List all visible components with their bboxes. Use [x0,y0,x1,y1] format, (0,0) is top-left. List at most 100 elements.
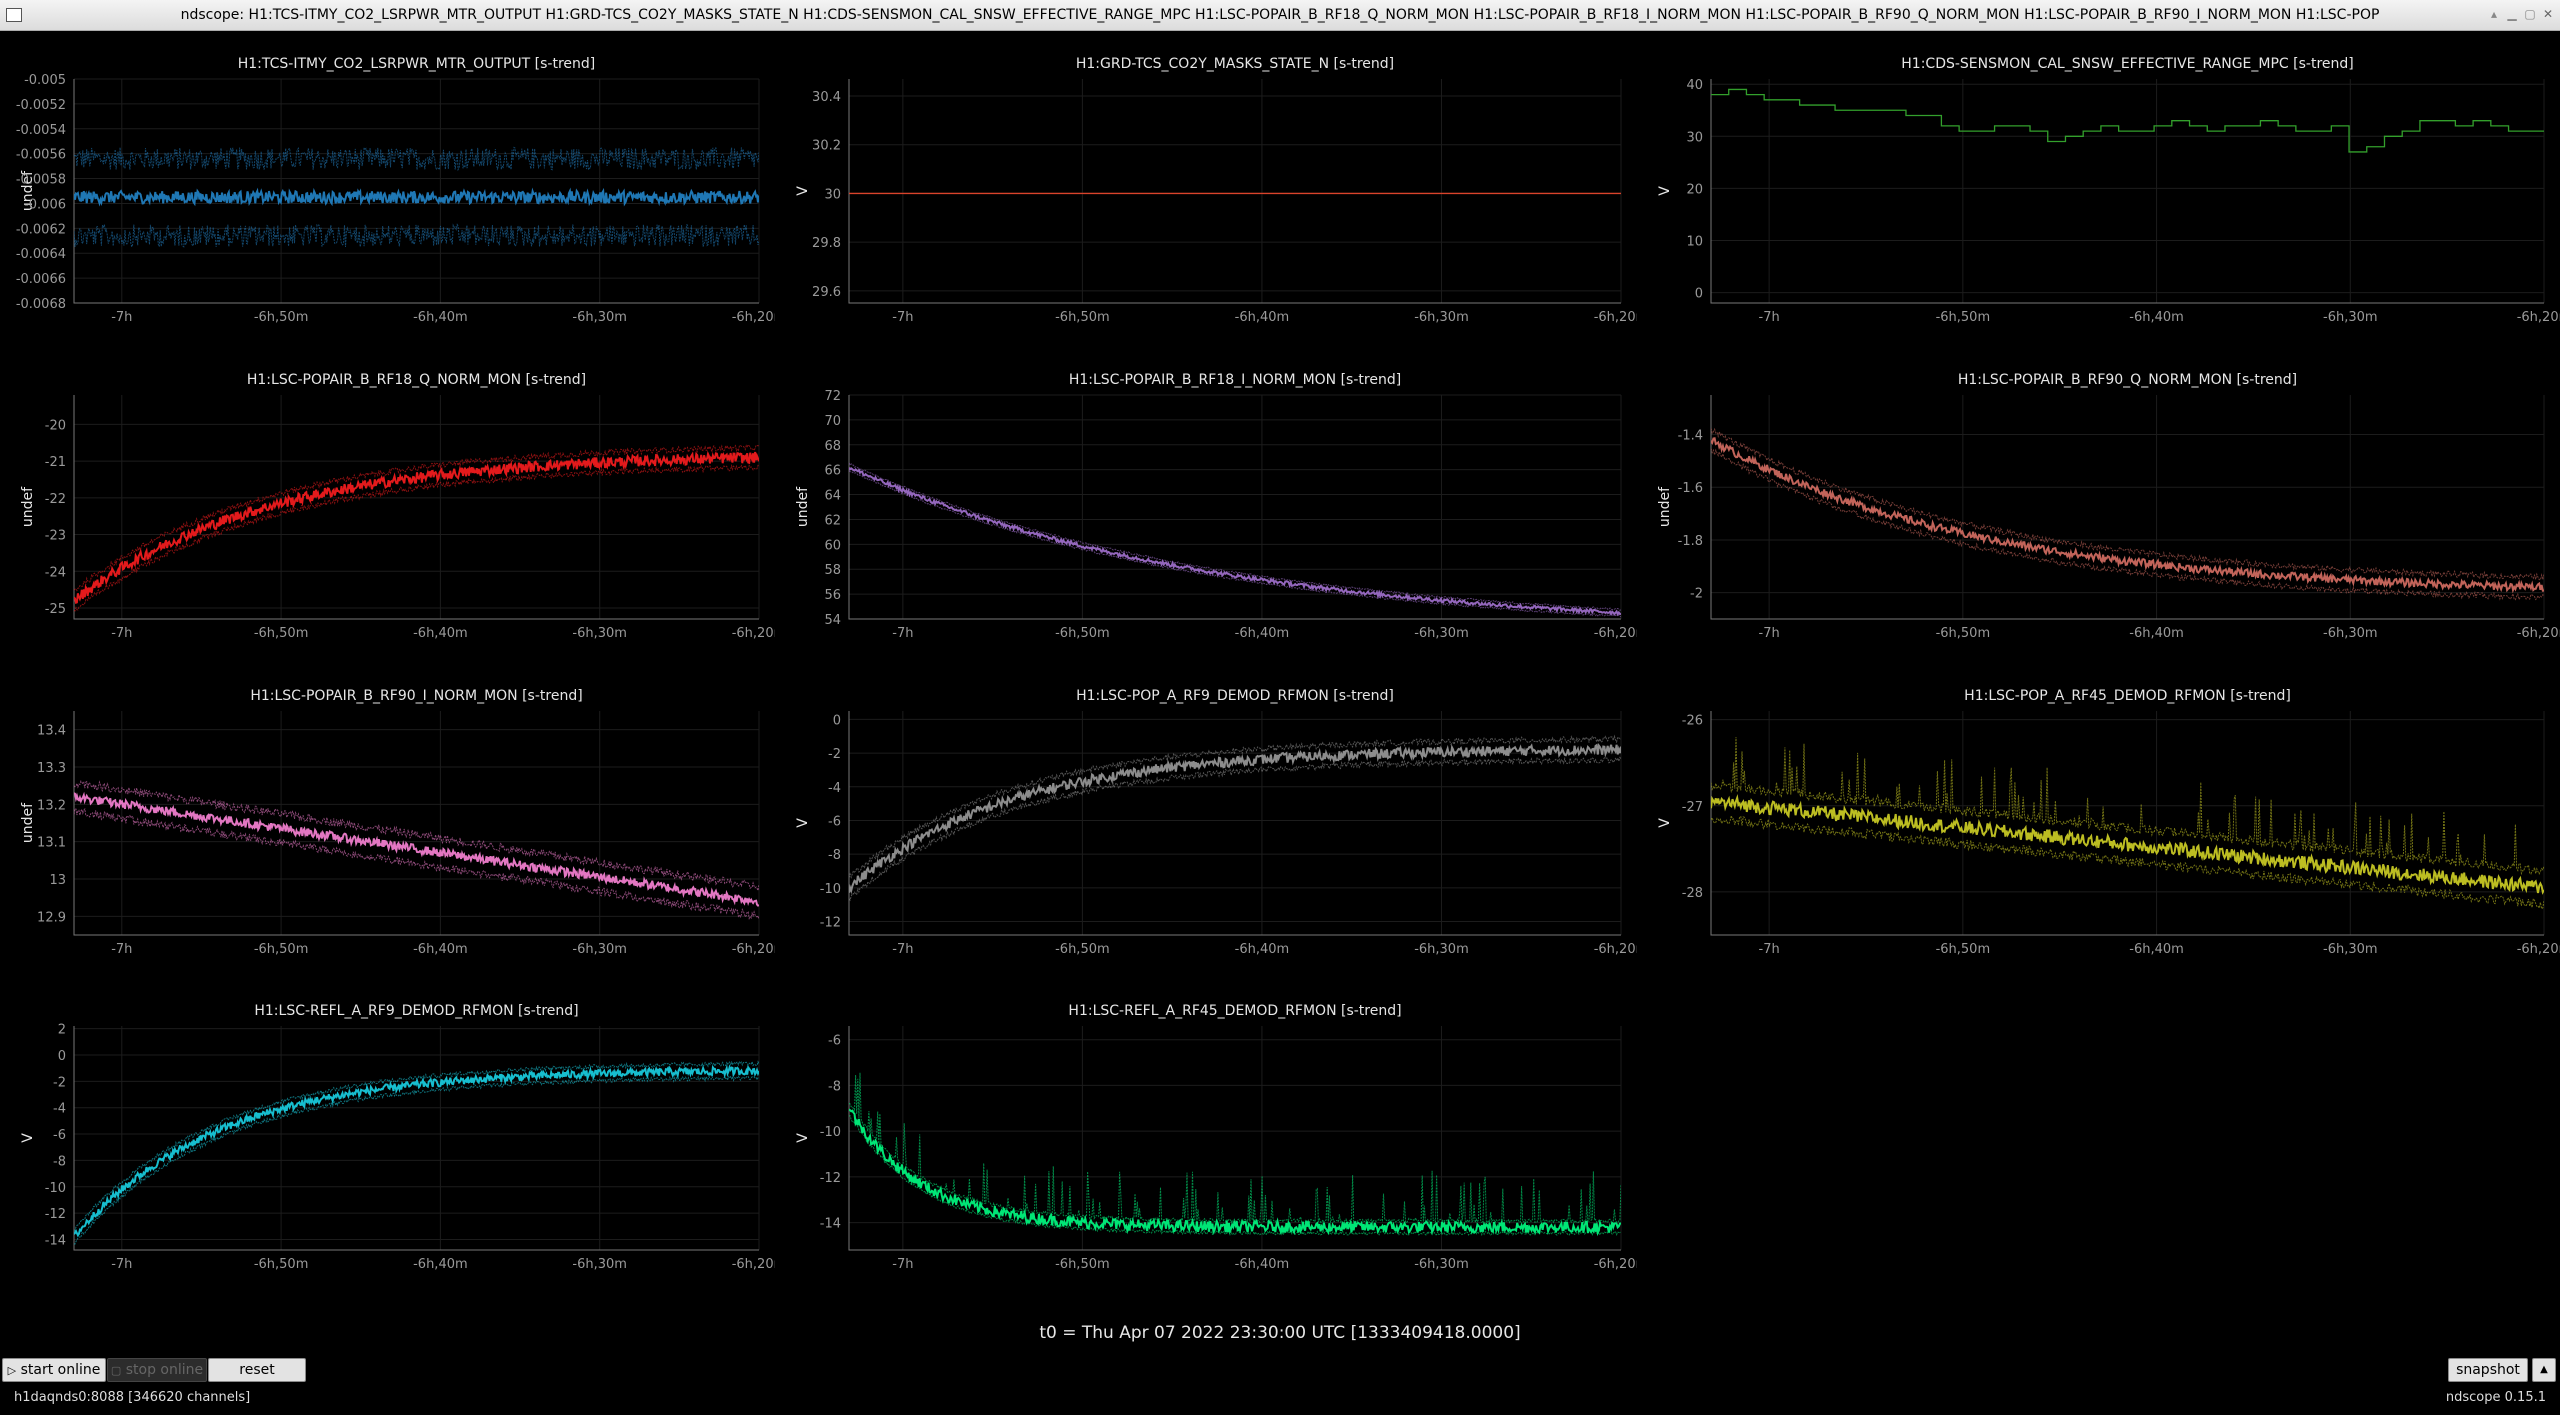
y-tick-label: -0.0052 [16,98,66,113]
x-tick-label: -7h [892,1257,913,1272]
control-bar: ▷ start online ▢ stop online reset snaps… [0,1355,2560,1415]
stop-icon: ▢ [110,1364,122,1377]
y-axis-label: undef [795,486,811,527]
y-tick-label: -2 [1690,587,1703,602]
y-tick-label: -2 [828,747,841,762]
series-min [74,463,759,612]
y-tick-label: 64 [824,489,841,504]
x-tick-label: -6h,50m [254,626,309,641]
y-tick-label: -10 [820,1125,841,1140]
x-tick-label: -6h,40m [413,310,468,325]
y-tick-label: 20 [1686,182,1703,197]
snapshot-button[interactable]: snapshot [2448,1358,2528,1382]
x-tick-label: -6h,20m [732,626,775,641]
shade-icon[interactable]: ▴ [2486,6,2502,22]
x-tick-label: -6h,30m [1414,310,1469,325]
minimize-icon[interactable]: ▁ [2504,6,2520,22]
x-tick-label: -6h,50m [1055,1257,1110,1272]
series-group [849,1072,1621,1237]
x-tick-label: -7h [892,310,913,325]
title-bar: ndscope: H1:TCS-ITMY_CO2_LSRPWR_MTR_OUTP… [0,0,2560,31]
start-online-button[interactable]: ▷ start online [2,1358,106,1382]
plot-title: H1:LSC-POP_A_RF45_DEMOD_RFMON [s-trend] [1964,688,2291,704]
y-tick-label: -6 [828,1034,841,1049]
series-group [849,734,1621,902]
y-tick-label: 68 [824,439,841,454]
y-tick-label: 58 [824,563,841,578]
y-tick-label: -0.0058 [16,173,66,188]
plot-3[interactable]: H1:CDS-SENSMON_CAL_SNSW_EFFECTIVE_RANGE_… [1637,31,2560,347]
plot-title: H1:CDS-SENSMON_CAL_SNSW_EFFECTIVE_RANGE_… [1901,56,2353,72]
collapse-icon[interactable]: ▲ [2532,1358,2556,1382]
version-label: ndscope 0.15.1 [2445,1390,2546,1405]
y-tick-label: 70 [824,414,841,429]
y-tick-label: -0.0064 [16,247,66,262]
y-tick-label: 30 [1686,130,1703,145]
y-tick-label: 62 [824,513,841,528]
y-tick-label: -6 [828,814,841,829]
y-tick-label: -0.005 [24,73,66,88]
x-tick-label: -6h,40m [2129,626,2184,641]
reset-button[interactable]: reset [208,1358,306,1382]
y-tick-label: -23 [45,529,66,544]
x-tick-label: -6h,30m [1414,942,1469,957]
x-tick-label: -6h,20m [2517,626,2560,641]
plot-7[interactable]: H1:LSC-POPAIR_B_RF90_I_NORM_MON [s-trend… [0,663,775,979]
series-line [1711,88,2544,153]
play-icon: ▷ [7,1364,17,1377]
plot-5[interactable]: H1:LSC-POPAIR_B_RF18_I_NORM_MON [s-trend… [775,347,1637,663]
axes [1710,711,2544,936]
y-tick-label: -22 [45,492,66,507]
y-tick-label: 40 [1686,78,1703,93]
plot-8[interactable]: H1:LSC-POP_A_RF9_DEMOD_RFMON [s-trend] V -… [775,663,1637,979]
plot-10[interactable]: H1:LSC-REFL_A_RF9_DEMOD_RFMON [s-trend] V… [0,978,775,1294]
y-tick-label: 54 [824,613,841,628]
series-mean [849,742,1621,895]
start-online-label: start online [20,1362,101,1378]
y-tick-label: 66 [824,464,841,479]
plot-9[interactable]: H1:LSC-POP_A_RF45_DEMOD_RFMON [s-trend] V… [1637,663,2560,979]
y-tick-label: -10 [820,882,841,897]
x-tick-label: -6h,20m [1594,942,1637,957]
y-tick-label: 60 [824,538,841,553]
y-tick-label: -25 [45,602,66,617]
y-tick-label: -4 [53,1102,66,1117]
series-max [849,734,1621,879]
x-tick-label: -7h [1759,942,1780,957]
y-axis-label: V [795,818,811,828]
x-tick-label: -6h,40m [413,942,468,957]
x-tick-label: -7h [892,626,913,641]
axes [73,1026,759,1251]
y-tick-label: 30 [824,187,841,202]
x-tick-label: -7h [111,1257,132,1272]
plot-1[interactable]: H1:TCS-ITMY_CO2_LSRPWR_MTR_OUTPUT [s-tre… [0,31,775,347]
series-max [74,1059,759,1232]
x-tick-label: -6h,30m [2323,626,2378,641]
x-tick-label: -7h [111,942,132,957]
series-mean [849,467,1621,617]
x-tick-label: -6h,20m [2517,942,2560,957]
close-icon[interactable]: ✕ [2540,6,2556,22]
stop-online-button[interactable]: ▢ stop online [107,1358,207,1382]
series-group [74,146,759,249]
stop-online-label: stop online [125,1362,204,1378]
y-axis-label: V [795,1133,811,1143]
plot-title: H1:LSC-POP_A_RF9_DEMOD_RFMON [s-trend] [1076,688,1394,704]
plot-11[interactable]: H1:LSC-REFL_A_RF45_DEMOD_RFMON [s-trend]… [775,978,1637,1294]
x-tick-label: -7h [1759,310,1780,325]
plot-6[interactable]: H1:LSC-POPAIR_B_RF90_Q_NORM_MON [s-trend… [1637,347,2560,663]
series-min [849,1115,1621,1237]
x-tick-label: -6h,50m [1936,942,1991,957]
maximize-icon[interactable]: ▢ [2522,6,2538,22]
y-tick-label: 12.9 [37,910,66,925]
x-tick-label: -6h,40m [1235,310,1290,325]
axes [1710,79,2544,304]
y-tick-label: 0 [58,1049,66,1064]
y-tick-label: 13.4 [37,724,66,739]
y-tick-label: 0 [833,713,841,728]
y-axis-label: undef [20,802,36,843]
series-max [74,146,759,172]
plot-2[interactable]: H1:GRD-TCS_CO2Y_MASKS_STATE_N [s-trend] V… [775,31,1637,347]
plot-4[interactable]: H1:LSC-POPAIR_B_RF18_Q_NORM_MON [s-trend… [0,347,775,663]
y-tick-label: -0.0068 [16,297,66,312]
